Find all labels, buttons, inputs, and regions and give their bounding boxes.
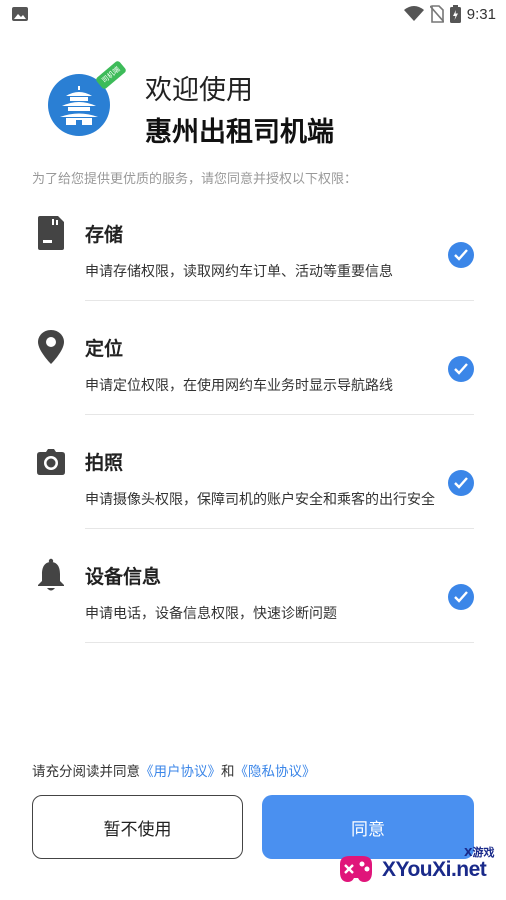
permission-item-storage: 存储 申请存储权限，读取网约车订单、活动等重要信息 xyxy=(0,214,506,326)
app-name: 惠州出租司机端 xyxy=(145,117,334,148)
permission-description: 申请存储权限，读取网约车订单、活动等重要信息 xyxy=(85,264,393,280)
permission-title: 定位 xyxy=(85,338,124,360)
check-icon[interactable] xyxy=(448,356,474,382)
watermark: XYouXi.net X游戏 xyxy=(336,842,500,892)
permission-title: 设备信息 xyxy=(85,566,162,588)
watermark-site: XYouXi.net xyxy=(382,858,487,881)
divider xyxy=(85,528,474,529)
app-icon: 司机端 xyxy=(48,59,128,140)
permission-item-location: 定位 申请定位权限，在使用网约车业务时显示导航路线 xyxy=(0,328,506,440)
battery-icon xyxy=(449,5,461,23)
wifi-icon xyxy=(403,6,424,21)
permission-description: 申请电话，设备信息权限，快速诊断问题 xyxy=(85,606,337,622)
agreement-prefix: 请充分阅读并同意 xyxy=(32,764,140,780)
check-icon[interactable] xyxy=(448,470,474,496)
status-bar: 9:31 xyxy=(0,0,506,28)
permission-intro: 为了给您提供更优质的服务，请您同意并授权以下权限： xyxy=(32,172,358,187)
driver-badge: 司机端 xyxy=(95,59,127,91)
permission-title: 拍照 xyxy=(85,452,124,474)
bell-icon xyxy=(38,558,64,591)
privacy-agreement-link[interactable]: 《隐私协议》 xyxy=(235,764,316,780)
check-icon[interactable] xyxy=(448,584,474,610)
permission-item-device-info: 设备信息 申请电话，设备信息权限，快速诊断问题 xyxy=(0,556,506,668)
permission-item-camera: 拍照 申请摄像头权限，保障司机的账户安全和乘客的出行安全 xyxy=(0,442,506,554)
gallery-icon xyxy=(12,7,28,21)
divider xyxy=(85,414,474,415)
status-time: 9:31 xyxy=(466,5,496,23)
permission-title: 存储 xyxy=(85,224,124,246)
camera-icon xyxy=(37,449,65,475)
permission-description: 申请摄像头权限，保障司机的账户安全和乘客的出行安全 xyxy=(85,492,435,508)
permission-description: 申请定位权限，在使用网约车业务时显示导航路线 xyxy=(85,378,393,394)
location-icon xyxy=(38,330,64,364)
user-agreement-link[interactable]: 《用户协议》 xyxy=(140,764,221,780)
divider xyxy=(85,300,474,301)
check-icon[interactable] xyxy=(448,242,474,268)
welcome-text: 欢迎使用 xyxy=(145,75,253,106)
gamepad-logo-icon xyxy=(340,856,372,882)
agreement-and: 和 xyxy=(221,764,235,780)
no-sim-icon xyxy=(429,5,444,23)
watermark-tag: X游戏 xyxy=(464,846,495,859)
storage-icon xyxy=(38,216,64,250)
agreement-text: 请充分阅读并同意《用户协议》和《隐私协议》 xyxy=(32,760,316,780)
decline-button[interactable]: 暂不使用 xyxy=(32,795,243,859)
divider xyxy=(85,642,474,643)
